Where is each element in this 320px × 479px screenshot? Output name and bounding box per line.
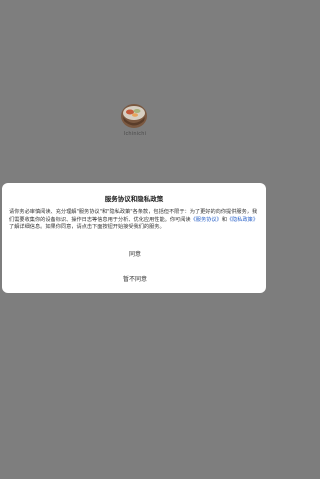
dialog-body-text-end: 了解详细信息。如果你同意，请点击下面按钮开始接受我们的服务。 <box>9 224 165 230</box>
disagree-button[interactable]: 暂不同意 <box>0 274 270 283</box>
dialog-title: 服务协议和隐私政策 <box>104 195 164 203</box>
service-agreement-link[interactable]: 《服务协议》 <box>191 217 222 223</box>
dialog-body: 请你务必审慎阅读、充分理解"服务协议"和"隐私政策"各条款，包括但不限于：为了更… <box>9 209 260 232</box>
agree-button[interactable]: 同意 <box>0 249 270 258</box>
app-name: Ichinichi <box>123 131 147 137</box>
food-bowl-icon <box>121 104 147 128</box>
privacy-policy-link[interactable]: 《隐私政策》 <box>227 217 258 223</box>
splash-screen: Ichinichi 服务协议和隐私政策 请你务必审慎阅读、充分理解"服务协议"和… <box>0 0 270 479</box>
